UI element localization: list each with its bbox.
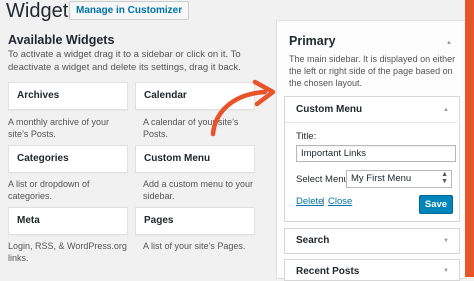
divider [285, 122, 457, 123]
widget-name: Meta [17, 215, 40, 226]
save-button[interactable]: Save [419, 195, 453, 214]
expand-arrow-icon[interactable]: ▼ [443, 268, 449, 274]
available-widgets-description: To activate a widget drag it to a sideba… [8, 49, 241, 73]
widget-archives[interactable]: Archives [8, 82, 128, 110]
widget-name: Calendar [144, 90, 187, 101]
widget-name: Categories [17, 153, 69, 164]
select-arrows-icon: ▲ ▼ [441, 171, 448, 185]
title-label: Title: [296, 131, 317, 142]
widget-custom-menu[interactable]: Custom Menu [135, 145, 255, 173]
widget-name: Pages [144, 215, 174, 226]
close-link[interactable]: Close [328, 196, 352, 207]
available-widgets-title: Available Widgets [8, 33, 115, 47]
annotation-arrow-icon [210, 79, 276, 137]
widget-description: A list of your site’s Pages. [143, 241, 246, 251]
widget-description: A monthly archive of your site’s Posts. [8, 117, 110, 139]
menu-select[interactable]: My First Menu ▲ ▼ [346, 170, 452, 188]
widget-name: Archives [17, 90, 60, 101]
collapse-arrow-icon[interactable]: ▲ [446, 40, 452, 46]
search-widget-title[interactable]: Search [296, 235, 329, 246]
delete-link[interactable]: Delete [296, 196, 323, 207]
widget-description: Add a custom menu to your sidebar. [143, 179, 254, 201]
widget-pages[interactable]: Pages [135, 207, 255, 235]
recent-posts-widget-title[interactable]: Recent Posts [296, 266, 359, 277]
collapse-arrow-icon[interactable]: ▲ [443, 107, 449, 113]
custom-menu-widget-title[interactable]: Custom Menu [296, 104, 362, 115]
widget-description: A list or dropdown of categories. [8, 179, 90, 201]
menu-select-value: My First Menu [351, 173, 412, 184]
page-title: Widgets [6, 0, 79, 22]
select-menu-label: Select Menu: [296, 174, 352, 185]
frame-border [465, 0, 474, 277]
manage-in-customizer-button[interactable]: Manage in Customizer [69, 1, 190, 20]
link-separator: | [322, 196, 325, 207]
title-input[interactable]: Important Links [296, 145, 456, 162]
widget-categories[interactable]: Categories [8, 145, 128, 173]
widget-meta[interactable]: Meta [8, 207, 128, 235]
expand-arrow-icon[interactable]: ▼ [443, 238, 449, 244]
widget-description: Login, RSS, & WordPress.org links. [8, 241, 127, 263]
primary-sidebar-description: The main sidebar. It is displayed on eit… [289, 54, 456, 88]
widget-name: Custom Menu [144, 153, 211, 164]
primary-sidebar-title[interactable]: Primary [289, 34, 336, 48]
